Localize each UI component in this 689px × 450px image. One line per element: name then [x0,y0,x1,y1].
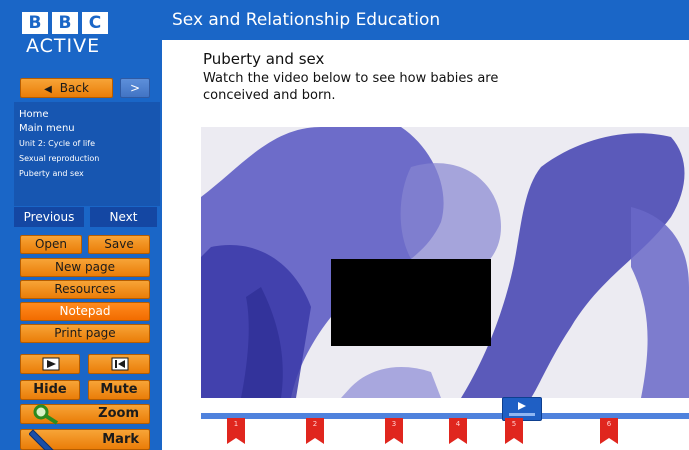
marker-label: 6 [606,420,612,428]
zoom-button[interactable]: Zoom [20,404,150,425]
mute-button[interactable]: Mute [88,380,150,400]
breadcrumb-topic[interactable]: Sexual reproduction [19,151,155,166]
forward-button[interactable]: > [120,78,150,98]
play-icon [42,357,60,371]
logo-letter-c: C [82,12,108,34]
play-icon [509,402,535,416]
marker-label: 4 [455,420,461,428]
back-label: Back [59,81,89,95]
lesson-instructions: Watch the video below to see how babies … [203,71,499,103]
next-button[interactable]: Next [90,207,157,227]
marker-label: 3 [391,420,397,428]
magnifier-icon [33,404,59,425]
mark-button[interactable]: Mark [20,429,150,450]
bbc-active-logo: B B C ACTIVE [22,12,140,57]
sidebar: B B C ACTIVE ◀ Back > Home Main menu Unit… [0,0,162,450]
mark-label: Mark [102,432,139,447]
logo-letter-b2: B [52,12,78,34]
new-page-button[interactable]: New page [20,258,150,277]
page-title: Puberty and sex [203,50,325,68]
rewind-icon [111,357,129,371]
pen-icon [29,429,54,450]
video-redaction-box [331,259,491,346]
open-button[interactable]: Open [20,235,82,254]
print-page-button[interactable]: Print page [20,324,150,343]
breadcrumb: Home Main menu Unit 2: Cycle of life Sex… [14,102,160,206]
resources-button[interactable]: Resources [20,280,150,299]
back-button[interactable]: ◀ Back [20,78,113,98]
forward-arrow-icon: > [129,81,141,95]
chapter-marker-4[interactable]: 4 [449,418,467,444]
marker-label: 1 [233,420,239,428]
save-button[interactable]: Save [88,235,150,254]
breadcrumb-main-menu[interactable]: Main menu [19,122,155,136]
logo-letter-b1: B [22,12,48,34]
chapter-marker-3[interactable]: 3 [385,418,403,444]
chapter-marker-1[interactable]: 1 [227,418,245,444]
app-title: Sex and Relationship Education [162,0,689,40]
breadcrumb-home[interactable]: Home [19,108,155,122]
chapter-marker-5[interactable]: 5 [505,418,523,444]
video-player[interactable] [201,127,689,398]
breadcrumb-current-page[interactable]: Puberty and sex [19,166,155,181]
marker-label: 2 [312,420,318,428]
marker-label: 5 [511,420,517,428]
hide-button[interactable]: Hide [20,380,80,400]
breadcrumb-unit[interactable]: Unit 2: Cycle of life [19,136,155,151]
notepad-button[interactable]: Notepad [20,302,150,321]
previous-button[interactable]: Previous [14,207,84,227]
play-toggle-button[interactable] [20,354,80,374]
back-arrow-icon: ◀ [44,84,52,95]
zoom-label: Zoom [98,406,139,421]
chapter-marker-2[interactable]: 2 [306,418,324,444]
logo-subtitle: ACTIVE [26,35,101,57]
chapter-marker-6[interactable]: 6 [600,418,618,444]
rewind-button[interactable] [88,354,150,374]
